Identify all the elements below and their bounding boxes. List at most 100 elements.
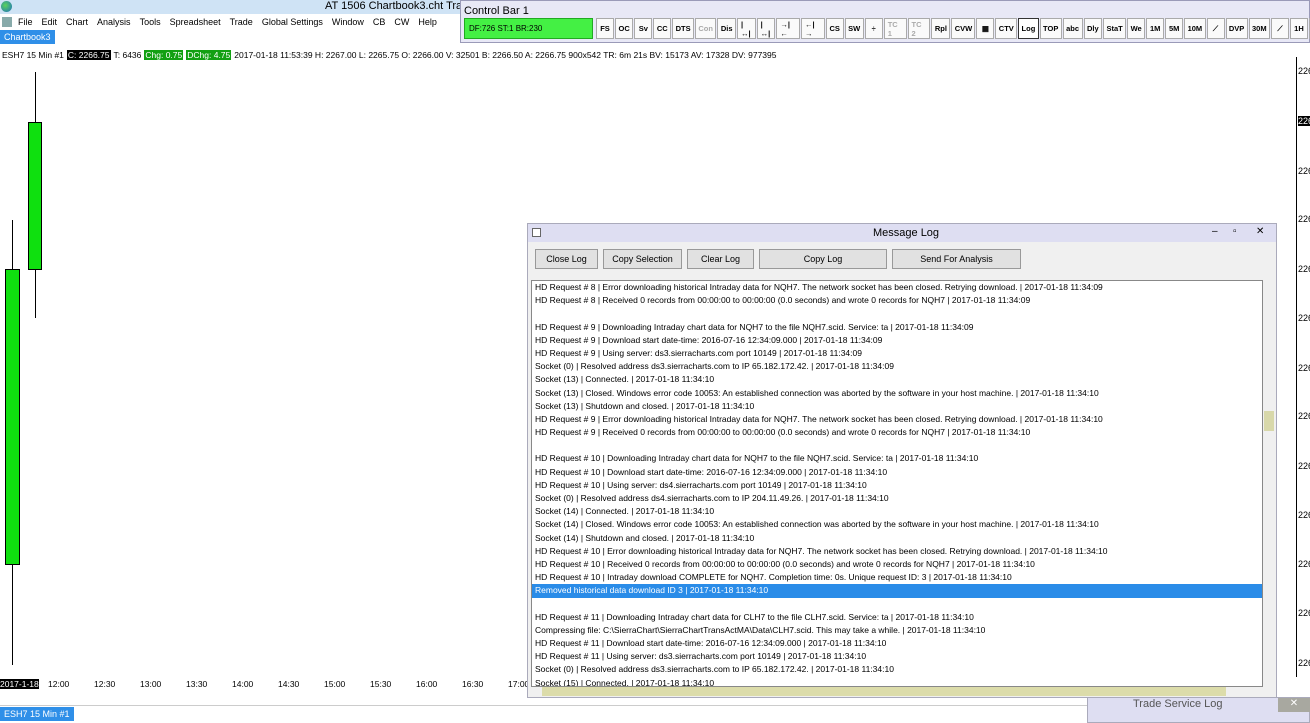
log-line[interactable]: HD Request # 9 | Error downloading histo… <box>532 413 1262 426</box>
log-line[interactable]: HD Request # 10 | Intraday download COMP… <box>532 571 1262 584</box>
log-line[interactable]: HD Request # 11 | Using server: ds3.sier… <box>532 650 1262 663</box>
log-line[interactable]: Socket (14) | Closed. Windows error code… <box>532 518 1262 531</box>
log-line[interactable]: Compressing file: C:\SierraChart\SierraC… <box>532 624 1262 637</box>
control-button-17[interactable]: CVW <box>951 18 976 39</box>
control-button-32[interactable]: ⟋ <box>1270 18 1289 39</box>
vertical-scrollbar[interactable] <box>1263 280 1276 687</box>
log-line[interactable]: HD Request # 10 | Download start date-ti… <box>532 466 1262 479</box>
control-button-16[interactable]: Rpl <box>931 18 951 39</box>
control-button-23[interactable]: Dly <box>1083 18 1103 39</box>
log-line[interactable]: HD Request # 11 | Downloading Intraday c… <box>532 611 1262 624</box>
log-line[interactable]: Socket (14) | Connected. | 2017-01-18 11… <box>532 505 1262 518</box>
control-button-14[interactable]: TC 1 <box>883 18 907 39</box>
clear-log-button[interactable]: Clear Log <box>687 249 754 269</box>
control-button-21[interactable]: TOP <box>1039 18 1062 39</box>
control-button-11[interactable]: CS <box>825 18 844 39</box>
control-button-30[interactable]: DVP <box>1225 18 1248 39</box>
menu-edit[interactable]: Edit <box>42 17 58 27</box>
menu-cw[interactable]: CW <box>394 17 409 27</box>
price-label: 226 <box>1298 658 1310 668</box>
log-line[interactable]: HD Request # 9 | Downloading Intraday ch… <box>532 321 1262 334</box>
log-line[interactable] <box>532 439 1262 452</box>
copy-selection-button[interactable]: Copy Selection <box>603 249 682 269</box>
log-text-area[interactable]: HD Request # 8 | Error downloading histo… <box>531 280 1263 687</box>
horizontal-scrollbar-thumb[interactable] <box>542 687 1226 696</box>
control-button-0[interactable]: FS <box>596 18 614 39</box>
menu-spreadsheet[interactable]: Spreadsheet <box>170 17 221 27</box>
control-button-29[interactable]: ⟋ <box>1206 18 1225 39</box>
control-button-9[interactable]: →|← <box>776 18 800 39</box>
log-line[interactable] <box>532 307 1262 320</box>
send-for-analysis-button[interactable]: Send For Analysis <box>892 249 1021 269</box>
price-label: 226 <box>1298 66 1310 76</box>
control-button-19[interactable]: CTV <box>995 18 1018 39</box>
log-line[interactable]: HD Request # 10 | Downloading Intraday c… <box>532 452 1262 465</box>
message-log-titlebar[interactable]: Message Log ‒ ▫ ✕ <box>528 224 1276 242</box>
control-button-4[interactable]: DTS <box>672 18 694 39</box>
menu-trade[interactable]: Trade <box>230 17 253 27</box>
menu-global-settings[interactable]: Global Settings <box>262 17 323 27</box>
log-line[interactable]: Socket (0) | Resolved address ds4.sierra… <box>532 492 1262 505</box>
price-axis <box>1296 57 1297 677</box>
control-button-3[interactable]: CC <box>653 18 672 39</box>
control-button-8[interactable]: |↔| <box>756 18 776 39</box>
menu-chart[interactable]: Chart <box>66 17 88 27</box>
log-line[interactable]: HD Request # 9 | Download start date-tim… <box>532 334 1262 347</box>
tab-chartbook3[interactable]: Chartbook3 <box>0 30 55 44</box>
control-button-22[interactable]: abc <box>1062 18 1083 39</box>
log-line[interactable]: HD Request # 8 | Received 0 records from… <box>532 294 1262 307</box>
control-button-25[interactable]: We <box>1127 18 1146 39</box>
control-button-7[interactable]: |↔| <box>736 18 756 39</box>
control-button-24[interactable]: StaT <box>1103 18 1127 39</box>
scrollbar-thumb[interactable] <box>1264 411 1274 431</box>
maximize-icon[interactable]: ▫ <box>1233 226 1237 237</box>
price-label: 226 <box>1298 166 1310 176</box>
log-line[interactable]: HD Request # 9 | Using server: ds3.sierr… <box>532 347 1262 360</box>
control-button-6[interactable]: Dis <box>717 18 736 39</box>
control-button-18[interactable]: ▦ <box>976 18 995 39</box>
menu-cb[interactable]: CB <box>373 17 386 27</box>
close-icon[interactable]: ✕ <box>1278 698 1310 712</box>
log-line[interactable]: HD Request # 10 | Error downloading hist… <box>532 545 1262 558</box>
menu-analysis[interactable]: Analysis <box>97 17 131 27</box>
control-button-2[interactable]: Sv <box>634 18 653 39</box>
control-button-33[interactable]: 1H <box>1289 18 1308 39</box>
control-button-31[interactable]: 30M <box>1248 18 1270 39</box>
menu-tools[interactable]: Tools <box>140 17 161 27</box>
log-line[interactable]: Socket (15) | Connected. | 2017-01-18 11… <box>532 677 1262 686</box>
control-button-20[interactable]: Log <box>1018 18 1039 39</box>
log-line[interactable]: HD Request # 11 | Download start date-ti… <box>532 637 1262 650</box>
log-line[interactable]: HD Request # 10 | Received 0 records fro… <box>532 558 1262 571</box>
system-menu-icon[interactable] <box>2 16 12 27</box>
price-label: 226 <box>1298 264 1310 274</box>
log-line[interactable]: Socket (0) | Resolved address ds3.sierra… <box>532 663 1262 676</box>
close-icon[interactable]: ✕ <box>1256 226 1264 237</box>
control-button-1[interactable]: OC <box>615 18 634 39</box>
control-button-27[interactable]: 5M <box>1165 18 1184 39</box>
log-line[interactable]: Removed historical data download ID 3 | … <box>532 584 1262 598</box>
copy-log-button[interactable]: Copy Log <box>759 249 887 269</box>
tab-esh7-15min[interactable]: ESH7 15 Min #1 <box>0 707 74 721</box>
log-line[interactable]: Socket (13) | Connected. | 2017-01-18 11… <box>532 373 1262 386</box>
control-button-5[interactable]: Con <box>694 18 717 39</box>
close-log-button[interactable]: Close Log <box>535 249 598 269</box>
log-line[interactable]: Socket (13) | Shutdown and closed. | 201… <box>532 400 1262 413</box>
menu-help[interactable]: Help <box>418 17 437 27</box>
control-button-15[interactable]: TC 2 <box>907 18 931 39</box>
minimize-icon[interactable]: ‒ <box>1212 226 1218 237</box>
control-button-26[interactable]: 1M <box>1146 18 1165 39</box>
control-button-28[interactable]: 10M <box>1184 18 1206 39</box>
log-line[interactable]: HD Request # 10 | Using server: ds4.sier… <box>532 479 1262 492</box>
menu-window[interactable]: Window <box>332 17 364 27</box>
menu-file[interactable]: File <box>18 17 33 27</box>
log-line[interactable]: Socket (13) | Closed. Windows error code… <box>532 387 1262 400</box>
control-button-12[interactable]: SW <box>844 18 864 39</box>
control-button-13[interactable]: ÷ <box>864 18 883 39</box>
log-line[interactable]: HD Request # 9 | Received 0 records from… <box>532 426 1262 439</box>
log-line[interactable]: Socket (0) | Resolved address ds3.sierra… <box>532 360 1262 373</box>
log-line[interactable]: HD Request # 8 | Error downloading histo… <box>532 281 1262 294</box>
log-line[interactable] <box>532 598 1262 611</box>
log-line[interactable]: Socket (14) | Shutdown and closed. | 201… <box>532 532 1262 545</box>
control-button-10[interactable]: ←|→ <box>801 18 825 39</box>
trade-service-log-window[interactable]: Trade Service Log ✕ <box>1087 697 1310 723</box>
